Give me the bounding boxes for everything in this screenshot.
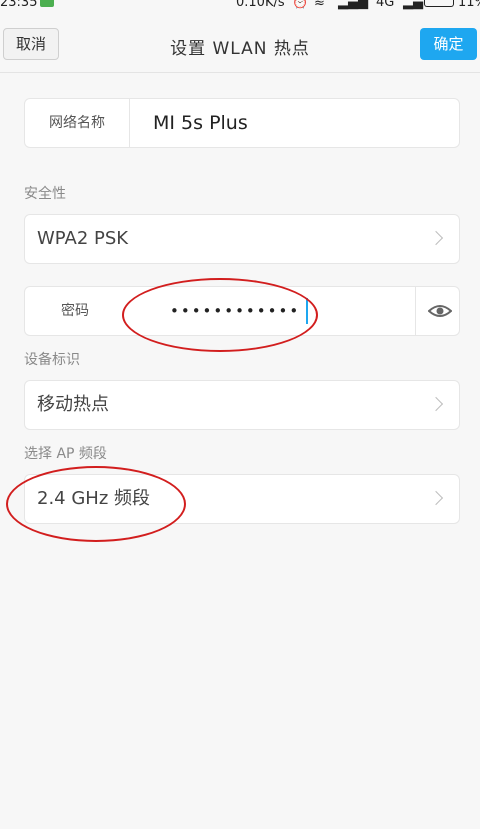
title-bar: 取消 设置 WLAN 热点 确定: [0, 12, 480, 73]
wifi-icon: ≋: [314, 0, 325, 10]
security-value: WPA2 PSK: [37, 228, 129, 249]
confirm-button[interactable]: 确定: [420, 28, 477, 60]
ap-band-section-label: 选择 AP 频段: [24, 446, 107, 462]
signal-icon: ▂▄▆: [338, 0, 368, 10]
eye-icon[interactable]: [428, 302, 452, 320]
device-id-selector[interactable]: 移动热点: [24, 380, 460, 430]
security-selector[interactable]: WPA2 PSK: [24, 214, 460, 264]
page-title: 设置 WLAN 热点: [170, 39, 310, 59]
alarm-icon: ⏰: [292, 0, 309, 10]
signal-icon: ▂▄: [403, 0, 423, 10]
status-battery: 11%: [458, 0, 480, 10]
divider: [415, 287, 416, 335]
status-network: 4G: [376, 0, 395, 10]
status-time: 23:35: [0, 0, 38, 10]
device-id-value: 移动热点: [37, 394, 109, 415]
network-name-label: 网络名称: [25, 99, 130, 147]
chevron-right-icon: [428, 490, 444, 506]
network-name-field[interactable]: 网络名称 MI 5s Plus: [24, 98, 460, 148]
device-id-section-label: 设备标识: [24, 352, 80, 368]
security-section-label: 安全性: [24, 186, 66, 202]
ap-band-value: 2.4 GHz 频段: [37, 488, 151, 509]
password-field[interactable]: 密码 ••••••••••••: [24, 286, 460, 336]
status-bar: 23:35 0.10K/s ⏰ ≋ ▂▄▆ 4G ▂▄ 11%: [0, 0, 480, 12]
network-name-input[interactable]: MI 5s Plus: [153, 99, 248, 147]
chevron-right-icon: [428, 230, 444, 246]
chevron-right-icon: [428, 396, 444, 412]
app-notification-icon: [40, 0, 54, 7]
status-net-speed: 0.10K/s: [236, 0, 285, 10]
battery-icon: [424, 0, 454, 7]
password-label: 密码: [61, 303, 89, 319]
ap-band-selector[interactable]: 2.4 GHz 频段: [24, 474, 460, 524]
password-input[interactable]: ••••••••••••: [170, 287, 300, 335]
text-cursor: [306, 298, 308, 324]
